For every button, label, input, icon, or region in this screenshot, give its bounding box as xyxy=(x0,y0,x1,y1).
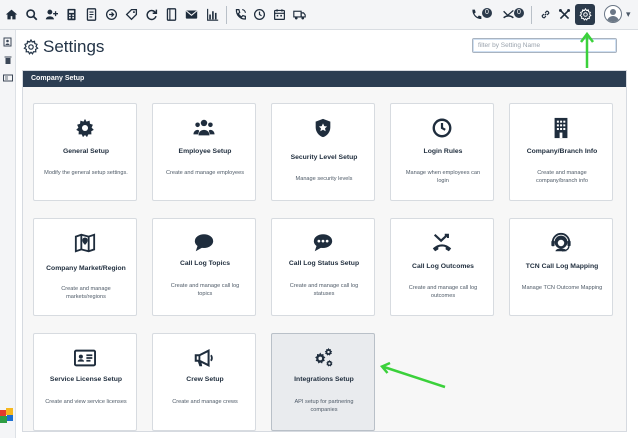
card-title: TCN Call Log Mapping xyxy=(525,263,599,270)
link-icon[interactable] xyxy=(538,7,553,22)
clock-icon xyxy=(429,116,455,140)
megaphone-icon xyxy=(191,346,217,370)
card-title: Company/Branch Info xyxy=(526,148,598,155)
id-card-icon xyxy=(72,346,98,370)
card-description: Create and manage markets/regions xyxy=(61,286,111,300)
phone-book-icon[interactable] xyxy=(164,7,179,22)
contacts-icon[interactable] xyxy=(3,34,13,47)
avatar-head xyxy=(610,9,616,15)
card-general-setup[interactable]: General Setup Modify the general setup s… xyxy=(33,103,137,201)
gear-icon xyxy=(72,116,98,140)
card-tcn-call-log-mapping[interactable]: TCN Call Log Mapping Manage TCN Outcome … xyxy=(509,218,613,316)
tag-icon[interactable] xyxy=(124,7,139,22)
card-call-log-topics[interactable]: Call Log Topics Create and manage call l… xyxy=(152,218,256,316)
settings-gear-icon xyxy=(23,39,39,55)
settings-gear-icon[interactable] xyxy=(575,4,595,25)
toolbar-separator xyxy=(226,6,227,24)
shield-icon xyxy=(310,116,336,140)
phone-call-icon[interactable] xyxy=(233,7,248,22)
tools-icon[interactable] xyxy=(557,7,572,22)
filter-setting-input[interactable]: filter by Setting Name xyxy=(472,38,617,53)
add-person-icon[interactable] xyxy=(44,7,59,22)
panel-header: Company Setup xyxy=(23,71,626,87)
incoming-calls-badge: 0 xyxy=(482,8,492,18)
truck-icon[interactable] xyxy=(292,7,307,22)
card-integrations-setup[interactable]: Integrations Setup API setup for partner… xyxy=(271,333,375,431)
side-rail xyxy=(0,30,16,438)
card-description: Create and manage company/branch info xyxy=(536,170,588,184)
card-employee-setup[interactable]: Employee Setup Create and manage employe… xyxy=(152,103,256,201)
headset-icon xyxy=(548,231,574,255)
card-description: Create and manage call log outcomes xyxy=(408,285,478,299)
calculator-icon[interactable] xyxy=(64,7,79,22)
card-description: Create and manage call log topics xyxy=(170,283,240,297)
card-title: Employee Setup xyxy=(178,148,232,155)
card-call-log-status-setup[interactable]: Call Log Status Setup Create and manage … xyxy=(271,218,375,316)
card-title: Security Level Setup xyxy=(290,154,358,161)
toolbar-separator xyxy=(531,6,532,24)
page-title: Settings xyxy=(43,37,105,56)
top-toolbar: 0 0 ▾ xyxy=(0,0,638,30)
card-login-rules[interactable]: Login Rules Manage when employees can lo… xyxy=(390,103,494,201)
mail-icon[interactable] xyxy=(184,7,199,22)
brand-logo-icon xyxy=(0,408,13,423)
card-service-license-setup[interactable]: Service License Setup Create and view se… xyxy=(33,333,137,431)
home-icon[interactable] xyxy=(4,7,19,22)
card-title: Company Market/Region xyxy=(46,265,126,272)
card-description: Manage TCN Outcome Mapping xyxy=(521,285,603,291)
chevron-down-icon[interactable]: ▾ xyxy=(626,9,631,20)
card-title: Call Log Status Setup xyxy=(288,260,360,267)
search-icon[interactable] xyxy=(24,7,39,22)
card-title: Call Log Topics xyxy=(179,260,231,267)
card-description: Create and manage employees xyxy=(165,170,245,176)
card-description: Create and manage crews xyxy=(172,399,238,405)
card-description: Create and manage call log statuses xyxy=(289,283,359,297)
forward-icon[interactable] xyxy=(104,7,119,22)
id-card-icon[interactable] xyxy=(3,70,13,82)
card-call-log-outcomes[interactable]: Call Log Outcomes Create and manage call… xyxy=(390,218,494,316)
people-icon xyxy=(191,116,217,140)
card-description: Manage security levels xyxy=(295,176,353,182)
card-crew-setup[interactable]: Crew Setup Create and manage crews xyxy=(152,333,256,431)
gears-icon xyxy=(310,346,336,370)
map-icon xyxy=(72,231,98,255)
speech-bubble-icon xyxy=(191,231,217,255)
card-title: General Setup xyxy=(62,148,110,155)
card-description: API setup for partnering companies xyxy=(294,399,354,413)
trash-icon[interactable] xyxy=(3,52,13,64)
refresh-icon[interactable] xyxy=(144,7,159,22)
card-description: Create and view service licenses xyxy=(45,399,127,405)
missed-calls-badge: 0 xyxy=(514,8,524,18)
card-title: Service License Setup xyxy=(49,376,123,383)
card-title: Call Log Outcomes xyxy=(412,263,474,270)
company-setup-panel: Company Setup General Setup Modify the g… xyxy=(22,70,627,432)
bar-chart-icon[interactable] xyxy=(205,7,220,22)
card-security-level-setup[interactable]: Security Level Setup Manage security lev… xyxy=(271,103,375,201)
card-title: Crew Setup xyxy=(186,376,224,383)
avatar-body xyxy=(607,16,619,22)
dots-bubble-icon xyxy=(310,231,336,255)
user-avatar-icon[interactable] xyxy=(604,5,622,23)
invoice-icon[interactable] xyxy=(84,7,99,22)
calendar-icon[interactable] xyxy=(272,7,287,22)
clock-icon[interactable] xyxy=(252,7,267,22)
card-description: Modify the general setup settings. xyxy=(44,170,128,176)
building-icon xyxy=(548,116,574,140)
call-end-icon xyxy=(429,231,455,255)
card-title: Login Rules xyxy=(423,148,463,155)
card-company-market-region[interactable]: Company Market/Region Create and manage … xyxy=(33,218,137,316)
page-title-wrap: Settings xyxy=(23,35,104,59)
card-company-branch-info[interactable]: Company/Branch Info Create and manage co… xyxy=(509,103,613,201)
card-description: Manage when employees can login xyxy=(405,170,481,184)
card-title: Integrations Setup xyxy=(294,376,354,383)
